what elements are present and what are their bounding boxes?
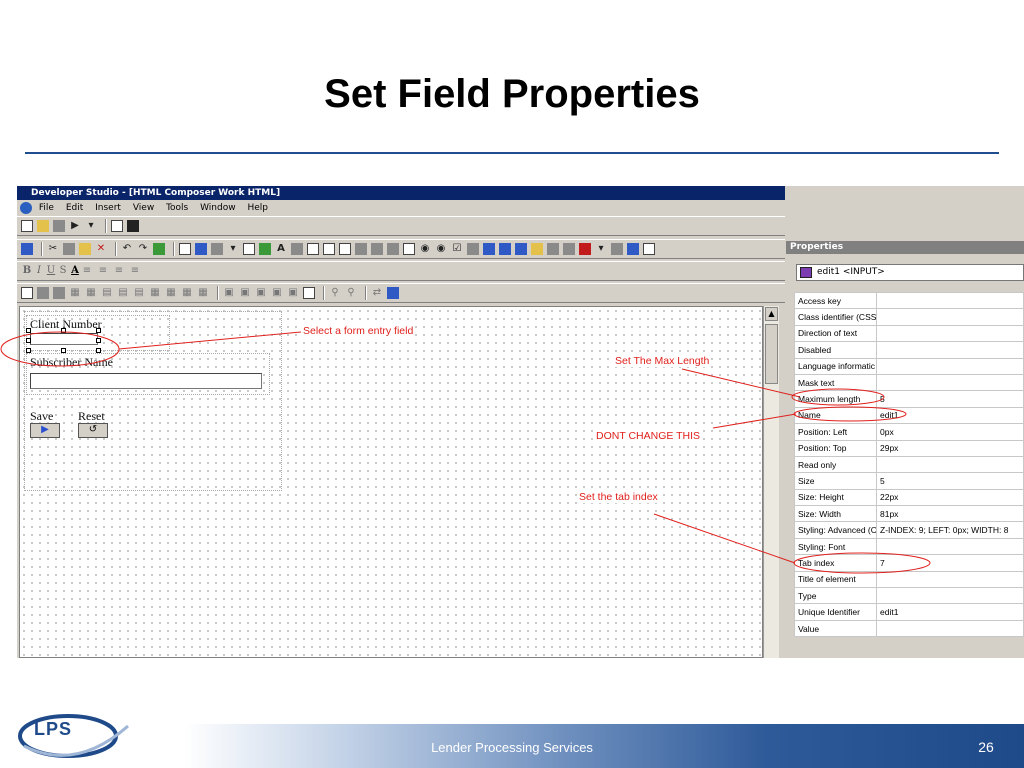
highlight-ellipse-name	[793, 406, 907, 422]
highlight-ellipse-max-length	[791, 388, 885, 406]
callout-line-name	[712, 413, 797, 429]
callout-line-tab-index	[653, 513, 796, 564]
annotation-overlay	[0, 331, 931, 574]
highlight-ellipse-tab-index	[793, 552, 931, 574]
footer-company: Lender Processing Services	[431, 740, 593, 755]
page-number: 26	[978, 739, 994, 755]
callout-line-max-length	[681, 368, 801, 398]
highlight-ellipse-client-number	[0, 331, 120, 367]
logo-text: LPS	[34, 719, 73, 739]
callout-line-select-field	[118, 331, 302, 350]
